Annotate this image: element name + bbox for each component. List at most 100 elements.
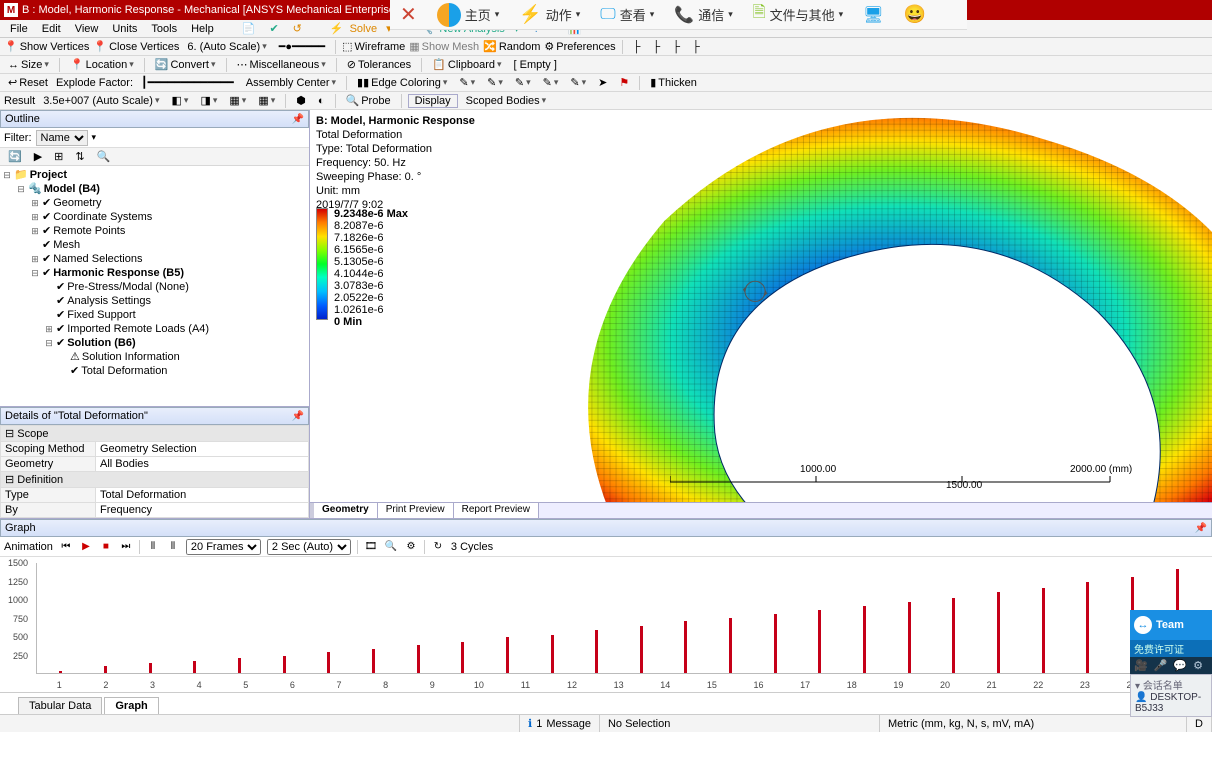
clipboard-dropdown[interactable]: 📋 Clipboard [428,58,505,71]
menu-help[interactable]: Help [185,23,220,35]
scoped-bodies-dropdown[interactable]: Scoped Bodies [462,95,551,107]
menu-edit[interactable]: Edit [36,23,67,35]
status-messages[interactable]: ℹ1 Message [520,715,600,732]
brush-icon[interactable]: ✎ [455,76,479,89]
probe-button[interactable]: 🔍Probe [342,94,395,107]
slider-icon[interactable]: ━●━━━━━ [275,40,329,53]
expand-icon[interactable]: ▶ [30,150,46,163]
menu-tools[interactable]: Tools [145,23,183,35]
tv-chat-icon[interactable]: 💬 [1173,659,1187,672]
find-icon[interactable]: 🔍 [93,150,115,163]
clipboard-empty[interactable]: [ Empty ] [510,59,561,71]
convert-dropdown[interactable]: 🔄 Convert [151,58,220,71]
location-dropdown[interactable]: 📍 Location [66,58,138,71]
anim-stop-icon[interactable]: ■ [99,540,113,554]
edge-icon[interactable]: ├ [629,41,645,53]
pin-icon[interactable]: 📌 [1195,523,1207,534]
iso-icon[interactable]: ⬢ [292,94,310,107]
remote-monitor-icon[interactable]: 🖥 [863,5,883,25]
pin-icon[interactable]: 📌 [292,114,304,125]
graph-bar [1042,588,1045,673]
filter-select[interactable]: Name [36,130,88,146]
show-vertices-button[interactable]: 📍Show Vertices [4,40,89,53]
menu-view[interactable]: View [69,23,105,35]
cube-icon[interactable]: ◨ [196,94,221,107]
tv-gear-icon[interactable]: ⚙ [1193,659,1203,672]
menu-units[interactable]: Units [106,23,143,35]
tab-geometry[interactable]: Geometry [314,503,378,518]
show-mesh-button[interactable]: ▦Show Mesh [409,40,479,53]
cursor-icon[interactable]: ➤ [594,76,611,89]
solve-button[interactable]: ⚡Solve ▾ [324,22,398,35]
cube-icon[interactable]: ◧ [168,94,193,107]
anim-distrib-icon[interactable]: ⫴ [146,540,160,554]
tab-print-preview[interactable]: Print Preview [378,503,454,518]
remote-action-button[interactable]: ⚡动作▾ [519,4,580,25]
toolbar-icon[interactable]: ✔ [263,22,284,35]
frames-select[interactable]: 20 Frames [186,539,261,555]
remote-files-button[interactable]: 🗎文件与其他▾ [753,1,843,28]
anim-last-icon[interactable]: ⏭ [119,540,133,554]
anim-settings-icon[interactable]: ⚙ [404,540,418,554]
anim-distrib-icon[interactable]: ⫴ [166,540,180,554]
edge-icon[interactable]: ├ [668,41,684,53]
graph-bar [372,649,375,673]
collapse-icon[interactable]: ⊞ [50,150,67,163]
refresh-icon[interactable]: 🔄 [4,150,26,163]
anim-zoom-icon[interactable]: 🔍 [384,540,398,554]
thicken-button[interactable]: ▮ Thicken [646,76,701,89]
autoscale-dropdown[interactable]: 6. (Auto Scale) [183,41,270,53]
result-scale-dropdown[interactable]: 3.5e+007 (Auto Scale) [39,95,163,107]
remote-comm-button[interactable]: 📞通信▾ [674,5,732,25]
edge-icon[interactable]: ├ [688,41,704,53]
contour-icon[interactable]: ▦ [225,94,250,107]
graphics-viewer[interactable]: B: Model, Harmonic Response Total Deform… [310,110,1212,518]
brush-icon[interactable]: ✎ [511,76,535,89]
anim-first-icon[interactable]: ⏮ [59,540,73,554]
reset-button[interactable]: ↩ Reset [4,76,52,89]
preferences-button[interactable]: ⚙Preferences [544,40,615,53]
tab-graph[interactable]: Graph [104,697,158,714]
remote-smiley-icon[interactable]: 😀 [903,4,925,25]
random-button[interactable]: 🔀Random [483,40,540,53]
wireframe-button[interactable]: ⬚Wireframe [342,40,405,53]
tv-cam-icon[interactable]: 🎥 [1134,659,1148,672]
sec-select[interactable]: 2 Sec (Auto) [267,539,351,555]
tree-item: Mesh [53,238,80,252]
tab-tabular-data[interactable]: Tabular Data [18,697,102,714]
size-dropdown[interactable]: ↔ Size [4,59,53,71]
assembly-dropdown[interactable]: Assembly Center [242,77,340,89]
toolbar-icon[interactable]: 📄 [236,22,262,35]
anim-play-icon[interactable]: ▶ [79,540,93,554]
explode-slider[interactable]: ┃━━━━━━━━━━━━━ [137,76,238,89]
remote-close-icon[interactable]: ✕ [400,2,417,27]
teamviewer-panel[interactable]: ↔Team 免费许可证 🎥🎤💬⚙ ▾ 会话名单👤 DESKTOP-B5J33 [1130,610,1212,717]
details-table[interactable]: ⊟ Scope Scoping MethodGeometry Selection… [0,425,309,518]
menu-file[interactable]: File [4,23,34,35]
remote-home-button[interactable]: 主页▾ [437,3,500,27]
brush-icon[interactable]: ✎ [566,76,590,89]
display-button[interactable]: Display [408,94,458,108]
flag-icon[interactable]: ⚑ [615,76,633,89]
tv-mic-icon[interactable]: 🎤 [1154,659,1168,672]
capped-icon[interactable]: ◐ [314,95,329,107]
pin-icon[interactable]: 📌 [292,411,304,422]
graph-plot[interactable]: 250500750100012501500 123456789101112131… [0,557,1212,692]
misc-dropdown[interactable]: ⋯ Miscellaneous [233,58,330,71]
tolerances-button[interactable]: ⊘ Tolerances [343,58,415,71]
brush-icon[interactable]: ✎ [483,76,507,89]
anim-export-icon[interactable]: 🎞 [364,540,378,554]
edge-coloring-dropdown[interactable]: ▮▮ Edge Coloring [353,76,451,89]
close-vertices-button[interactable]: 📍Close Vertices [93,40,179,53]
brush-icon[interactable]: ✎ [539,76,563,89]
sort-icon[interactable]: ⇅ [71,150,88,163]
anim-cycles-icon[interactable]: ↻ [431,540,445,554]
contour-icon[interactable]: ▦ [254,94,279,107]
remote-view-button[interactable]: 🖵查看▾ [600,5,654,24]
edge-icon[interactable]: ├ [648,41,664,53]
graph-bar [997,592,1000,673]
toolbar-explode: ↩ Reset Explode Factor: ┃━━━━━━━━━━━━━ A… [0,74,1212,92]
outline-tree[interactable]: ⊟📁 Project ⊟🔩 Model (B4) ⊞✔ Geometry ⊞✔ … [0,166,309,406]
toolbar-icon[interactable]: ↺ [287,22,308,35]
tab-report-preview[interactable]: Report Preview [454,503,539,518]
